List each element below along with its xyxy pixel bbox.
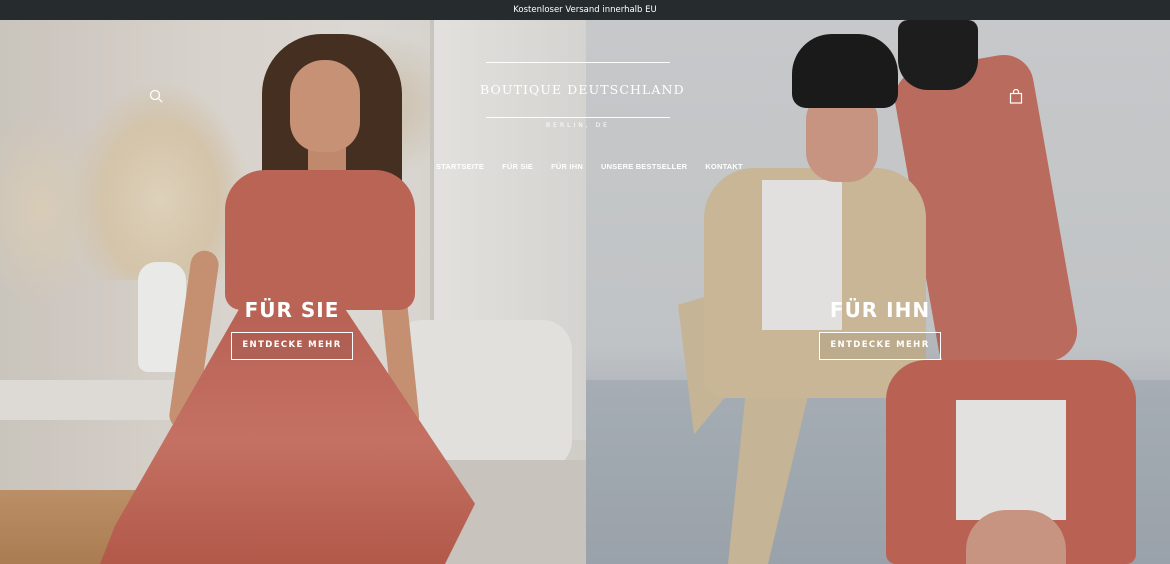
- shopping-bag-icon: [1009, 88, 1023, 104]
- nav-item-fuer-sie[interactable]: FÜR SIE: [502, 162, 533, 174]
- discover-more-men-button[interactable]: ENTDECKE MEHR: [819, 332, 941, 360]
- site-logo[interactable]: BOUTIQUE DEUTSCHLAND BERLIN, DE: [480, 60, 685, 134]
- announcement-bar: Kostenloser Versand innerhalb EU: [0, 0, 1170, 20]
- nav-item-bestseller[interactable]: UNSERE BESTSELLER: [601, 162, 687, 174]
- logo-divider: [486, 62, 670, 63]
- hero-heading-women: FÜR SIE: [244, 298, 340, 322]
- cart-button[interactable]: [1007, 87, 1025, 105]
- hero-cta-men: FÜR IHN ENTDECKE MEHR: [780, 298, 980, 360]
- nav-item-kontakt[interactable]: KONTAKT: [705, 162, 743, 174]
- search-icon: [149, 89, 163, 103]
- logo-divider: [486, 117, 670, 118]
- discover-more-women-button[interactable]: ENTDECKE MEHR: [231, 332, 353, 360]
- logo-subtitle: BERLIN, DE: [546, 122, 610, 129]
- hero-heading-men: FÜR IHN: [829, 298, 931, 322]
- logo-title: BOUTIQUE DEUTSCHLAND: [480, 82, 685, 97]
- nav-item-startseite[interactable]: STARTSEITE: [436, 162, 484, 174]
- nav-item-fuer-ihn[interactable]: FÜR IHN: [551, 162, 583, 174]
- hero-cta-women: FÜR SIE ENTDECKE MEHR: [192, 298, 392, 360]
- hero-section: BOUTIQUE DEUTSCHLAND BERLIN, DE STARTSEI…: [0, 20, 1170, 564]
- search-button[interactable]: [147, 87, 165, 105]
- announcement-text: Kostenloser Versand innerhalb EU: [513, 5, 657, 15]
- main-navigation: STARTSEITE FÜR SIE FÜR IHN UNSERE BESTSE…: [436, 162, 743, 174]
